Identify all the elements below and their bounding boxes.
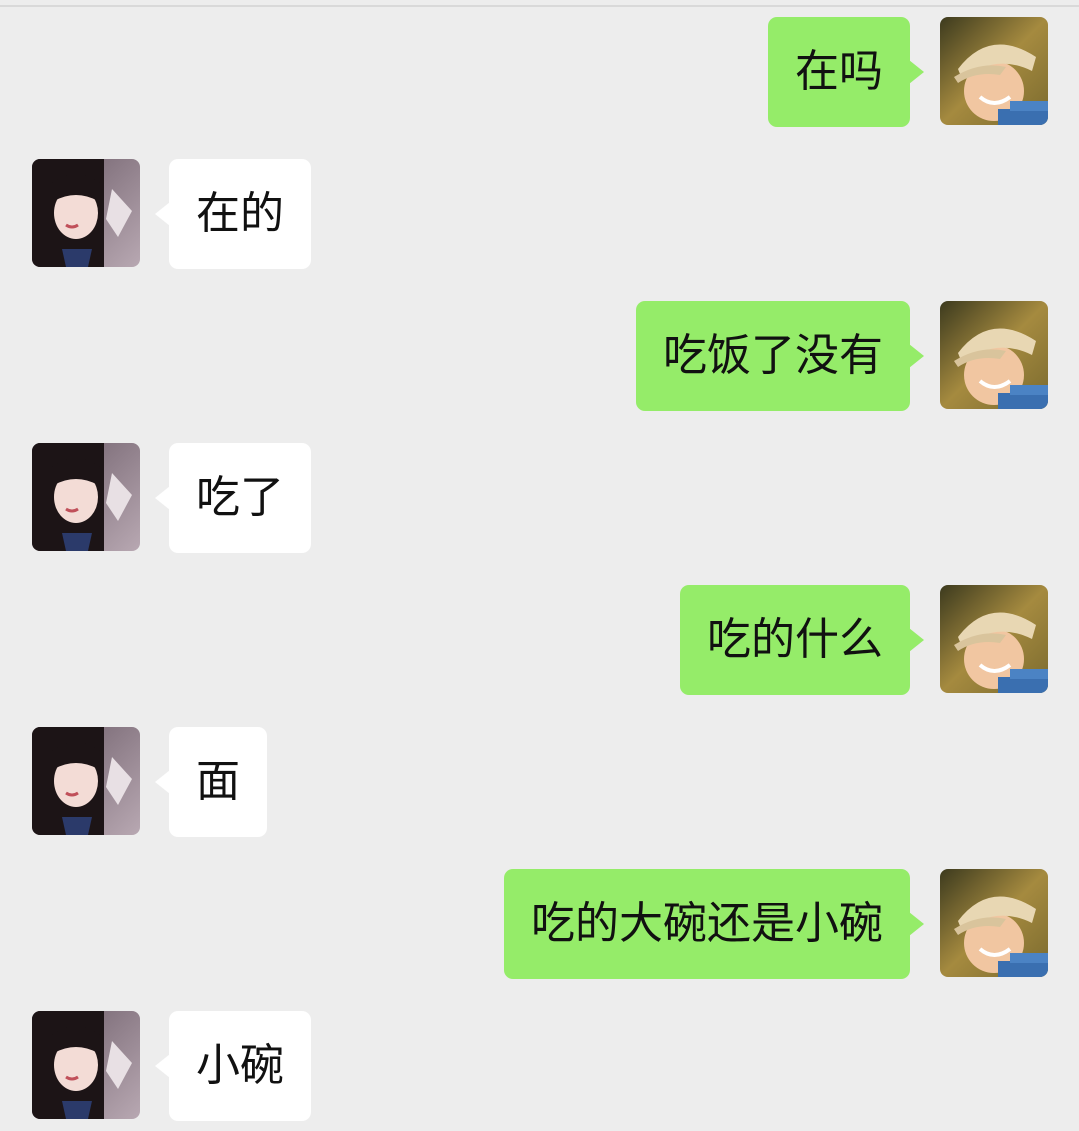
message-row-received: 吃了 — [0, 443, 1079, 553]
message-bubble-sent[interactable]: 吃饭了没有 — [636, 301, 924, 411]
boy-cap-avatar[interactable] — [940, 869, 1048, 977]
anime-girl-avatar[interactable] — [32, 159, 140, 267]
anime-girl-avatar[interactable] — [32, 443, 140, 551]
message-row-received: 面 — [0, 727, 1079, 837]
message-row-sent: 在吗 — [0, 17, 1079, 127]
message-bubble-received[interactable]: 小碗 — [155, 1011, 311, 1121]
message-bubble-sent[interactable]: 吃的大碗还是小碗 — [504, 869, 924, 979]
message-bubble-received[interactable]: 吃了 — [155, 443, 311, 553]
message-bubble-sent[interactable]: 在吗 — [768, 17, 924, 127]
message-row-sent: 吃饭了没有 — [0, 301, 1079, 411]
message-row-sent: 吃的什么 — [0, 585, 1079, 695]
message-row-sent: 吃的大碗还是小碗 — [0, 869, 1079, 979]
anime-girl-avatar[interactable] — [32, 727, 140, 835]
message-row-received: 在的 — [0, 159, 1079, 269]
message-bubble-received[interactable]: 面 — [155, 727, 267, 837]
chat-message-list[interactable]: 在吗 在的 吃饭了没有 吃了 吃的什么 面 吃的大碗还是小碗 小碗 — [0, 0, 1079, 1131]
boy-cap-avatar[interactable] — [940, 17, 1048, 125]
boy-cap-avatar[interactable] — [940, 585, 1048, 693]
boy-cap-avatar[interactable] — [940, 301, 1048, 409]
message-bubble-received[interactable]: 在的 — [155, 159, 311, 269]
message-bubble-sent[interactable]: 吃的什么 — [680, 585, 924, 695]
message-row-received: 小碗 — [0, 1011, 1079, 1121]
anime-girl-avatar[interactable] — [32, 1011, 140, 1119]
